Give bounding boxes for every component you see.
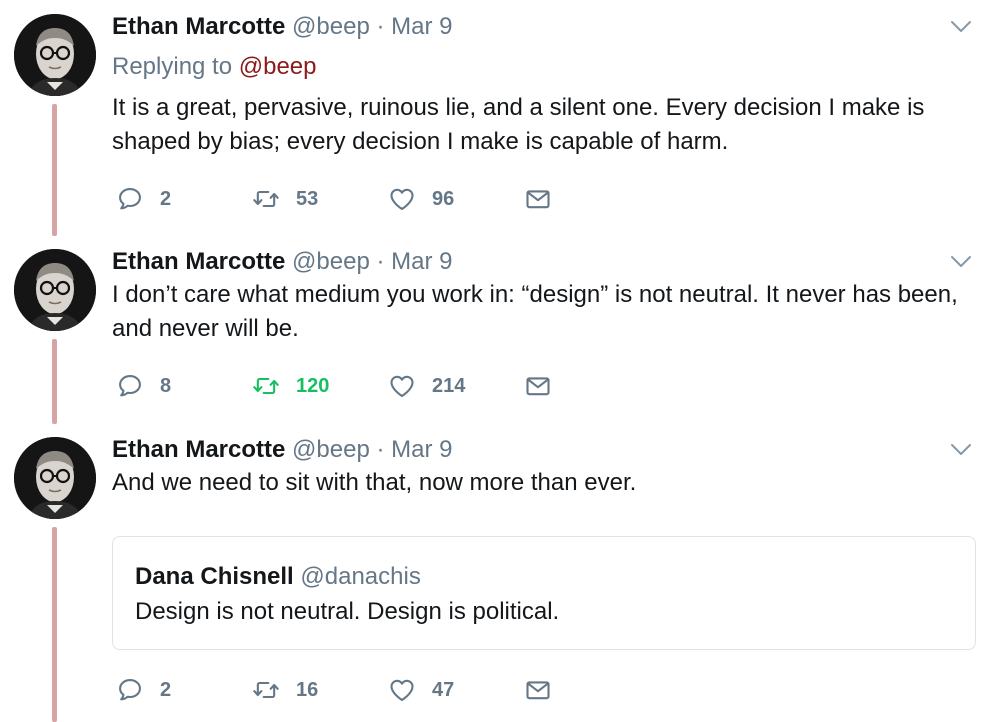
retweet-count: 16 (296, 678, 319, 701)
mail-icon (524, 185, 552, 213)
replying-to-label: Replying to (112, 53, 233, 80)
heart-icon (388, 372, 416, 400)
heart-icon (388, 676, 416, 704)
reply-icon (116, 676, 144, 704)
reply-button[interactable]: 2 (116, 184, 171, 214)
reply-count: 2 (160, 187, 172, 210)
replying-to: Replying to @beep (112, 52, 317, 82)
tweet-date[interactable]: Mar 9 (391, 248, 452, 275)
tweet[interactable]: Ethan Marcotte @beep · Mar 9 I don’t car… (0, 236, 998, 424)
tweet-date[interactable]: Mar 9 (391, 13, 452, 40)
author-name[interactable]: Ethan Marcotte (112, 13, 285, 40)
separator: · (376, 248, 385, 275)
quote-author-handle: @danachis (300, 563, 421, 590)
direct-message-button[interactable] (524, 675, 552, 705)
mail-icon (524, 676, 552, 704)
tweet-header: Ethan Marcotte @beep · Mar 9 (112, 435, 453, 465)
retweet-count: 53 (296, 187, 319, 210)
tweet[interactable]: Ethan Marcotte @beep · Mar 9 Replying to… (0, 0, 998, 236)
retweet-icon (252, 372, 280, 400)
reply-count: 2 (160, 678, 172, 701)
retweet-icon (252, 185, 280, 213)
tweet-header: Ethan Marcotte @beep · Mar 9 (112, 247, 453, 277)
quoted-tweet[interactable]: Dana Chisnell @danachis Design is not ne… (112, 536, 976, 650)
retweet-button[interactable]: 16 (252, 675, 318, 705)
tweet[interactable]: Ethan Marcotte @beep · Mar 9 And we need… (0, 424, 998, 722)
like-count: 214 (432, 374, 466, 397)
chevron-down-icon[interactable] (950, 19, 972, 35)
avatar[interactable] (14, 437, 96, 519)
author-handle[interactable]: @beep (292, 436, 370, 463)
chevron-down-icon[interactable] (950, 254, 972, 270)
retweet-count: 120 (296, 374, 330, 397)
tweet-text: It is a great, pervasive, ruinous lie, a… (112, 94, 925, 155)
like-button[interactable]: 47 (388, 675, 454, 705)
author-name[interactable]: Ethan Marcotte (112, 436, 285, 463)
reply-icon (116, 185, 144, 213)
tweet-header: Ethan Marcotte @beep · Mar 9 (112, 12, 453, 42)
author-name[interactable]: Ethan Marcotte (112, 248, 285, 275)
avatar[interactable] (14, 14, 96, 96)
quote-text: Design is not neutral. Design is politic… (135, 598, 560, 625)
reply-button[interactable]: 2 (116, 675, 171, 705)
retweet-icon (252, 676, 280, 704)
direct-message-button[interactable] (524, 371, 552, 401)
thread-line (52, 339, 57, 424)
avatar[interactable] (14, 249, 96, 331)
reply-button[interactable]: 8 (116, 371, 171, 401)
reply-icon (116, 372, 144, 400)
separator: · (376, 436, 385, 463)
like-button[interactable]: 214 (388, 371, 465, 401)
direct-message-button[interactable] (524, 184, 552, 214)
separator: · (376, 13, 385, 40)
retweet-button[interactable]: 53 (252, 184, 318, 214)
quote-author-name: Dana Chisnell (135, 563, 294, 590)
author-handle[interactable]: @beep (292, 248, 370, 275)
quote-header: Dana Chisnell @danachis (135, 562, 421, 592)
retweet-button[interactable]: 120 (252, 371, 329, 401)
author-handle[interactable]: @beep (292, 13, 370, 40)
like-count: 96 (432, 187, 455, 210)
like-button[interactable]: 96 (388, 184, 454, 214)
thread-line (52, 104, 57, 236)
chevron-down-icon[interactable] (950, 442, 972, 458)
tweet-text: And we need to sit with that, now more t… (112, 469, 637, 496)
tweet-text: I don’t care what medium you work in: “d… (112, 281, 958, 342)
tweet-date[interactable]: Mar 9 (391, 436, 452, 463)
mail-icon (524, 372, 552, 400)
like-count: 47 (432, 678, 455, 701)
mention-link[interactable]: @beep (239, 53, 317, 80)
thread-line (52, 527, 57, 722)
reply-count: 8 (160, 374, 172, 397)
heart-icon (388, 185, 416, 213)
